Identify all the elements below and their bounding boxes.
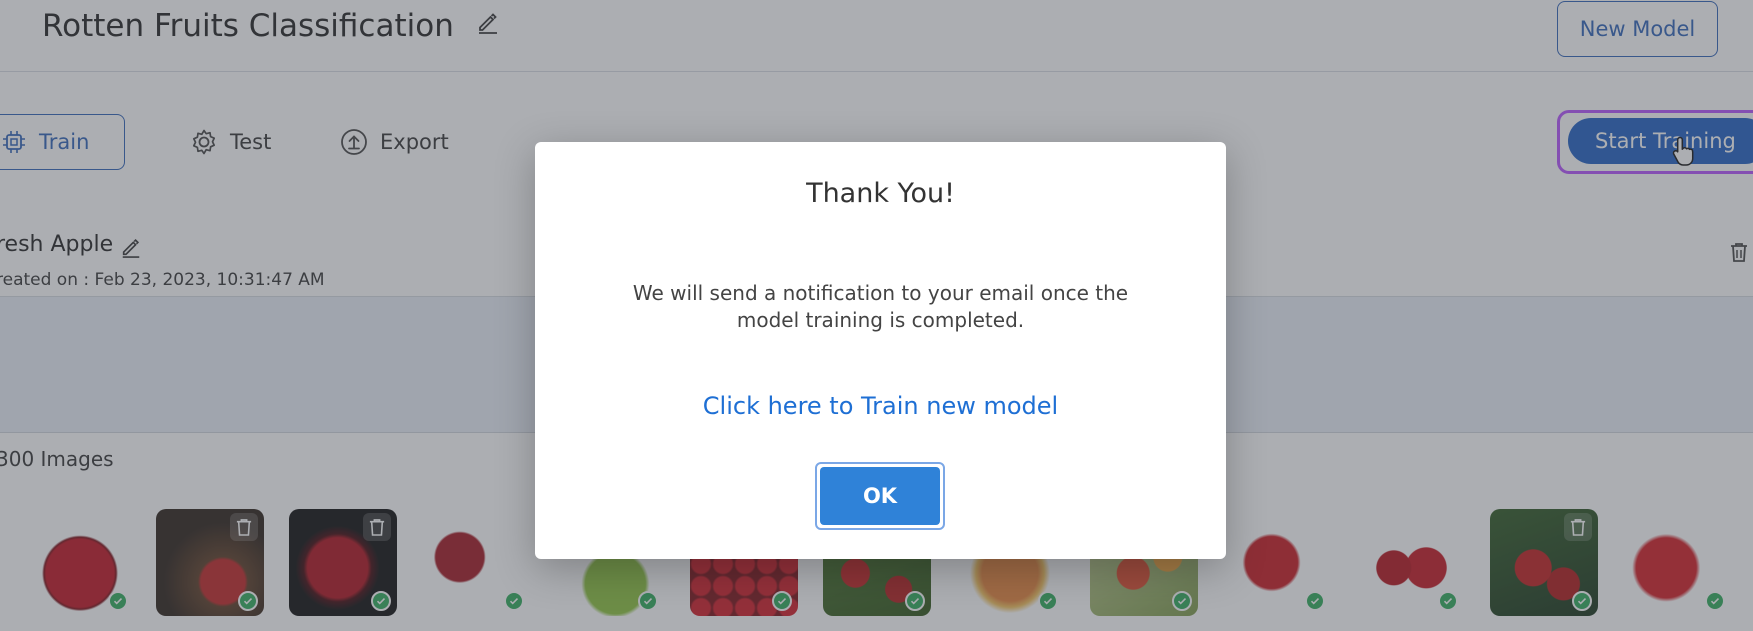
train-new-model-link[interactable]: Click here to Train new model [535,392,1226,420]
dialog-message: We will send a notification to your emai… [632,281,1129,332]
ok-button-label: OK [820,467,940,525]
dialog-title: Thank You! [806,178,955,209]
ok-button[interactable]: OK [815,462,945,530]
app-page: Rotten Fruits Classification New Model T… [0,0,1753,631]
thank-you-dialog: Thank You! We will send a notification t… [535,142,1226,559]
